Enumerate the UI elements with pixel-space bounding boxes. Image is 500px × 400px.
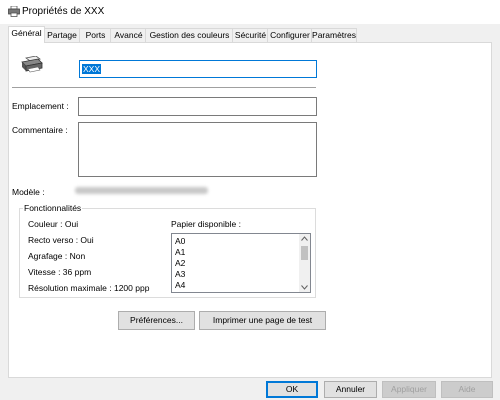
preferences-button[interactable]: Préférences...: [118, 311, 195, 330]
tab-color-management[interactable]: Gestion des couleurs: [145, 28, 234, 42]
cancel-button[interactable]: Annuler: [324, 381, 377, 398]
printer-large-icon: [21, 56, 43, 73]
tab-strip: Général Partage Ports Avancé Gestion des…: [8, 26, 492, 43]
scroll-down-icon[interactable]: [301, 285, 308, 290]
print-test-page-button[interactable]: Imprimer une page de test: [199, 311, 326, 330]
separator: [12, 87, 316, 88]
list-item[interactable]: A0: [172, 236, 310, 247]
tab-configure[interactable]: Configurer: [267, 28, 313, 42]
title-bar: Propriétés de XXX: [0, 0, 500, 24]
feature-color: Couleur : Oui: [28, 219, 79, 229]
help-button[interactable]: Aide: [441, 381, 493, 398]
tab-ports[interactable]: Ports: [79, 28, 112, 42]
feature-speed: Vitesse : 36 ppm: [28, 267, 92, 277]
model-label: Modèle :: [12, 187, 45, 197]
tab-advanced[interactable]: Avancé: [110, 28, 147, 42]
features-title: Fonctionnalités: [23, 203, 83, 213]
paper-label: Papier disponible :: [171, 219, 241, 229]
comment-label: Commentaire :: [12, 125, 68, 135]
feature-staple: Agrafage : Non: [28, 251, 86, 261]
scroll-thumb[interactable]: [301, 246, 308, 260]
printer-name-input[interactable]: XXX: [79, 60, 317, 78]
feature-duplex: Recto verso : Oui: [28, 235, 94, 245]
window-title: Propriétés de XXX: [22, 6, 105, 17]
comment-input[interactable]: [78, 122, 317, 177]
ok-button[interactable]: OK: [266, 381, 318, 398]
scroll-up-icon[interactable]: [301, 236, 308, 241]
apply-button[interactable]: Appliquer: [382, 381, 436, 398]
paper-scrollbar[interactable]: [299, 234, 310, 292]
list-item[interactable]: A4: [172, 280, 310, 291]
tab-sharing[interactable]: Partage: [43, 28, 81, 42]
paper-listbox[interactable]: A0 A1 A2 A3 A4: [171, 233, 311, 293]
tab-settings[interactable]: Paramètres: [311, 28, 357, 42]
location-label: Emplacement :: [12, 101, 69, 111]
list-item[interactable]: A3: [172, 269, 310, 280]
feature-resolution: Résolution maximale : 1200 ppp: [28, 283, 150, 293]
printer-icon: [8, 6, 20, 17]
model-value-redacted: [75, 187, 208, 194]
list-item[interactable]: A2: [172, 258, 310, 269]
location-input[interactable]: [78, 97, 317, 116]
tab-security[interactable]: Sécurité: [232, 28, 269, 42]
list-item[interactable]: A1: [172, 247, 310, 258]
tab-general[interactable]: Général: [8, 26, 45, 43]
printer-name-text: XXX: [82, 64, 102, 74]
